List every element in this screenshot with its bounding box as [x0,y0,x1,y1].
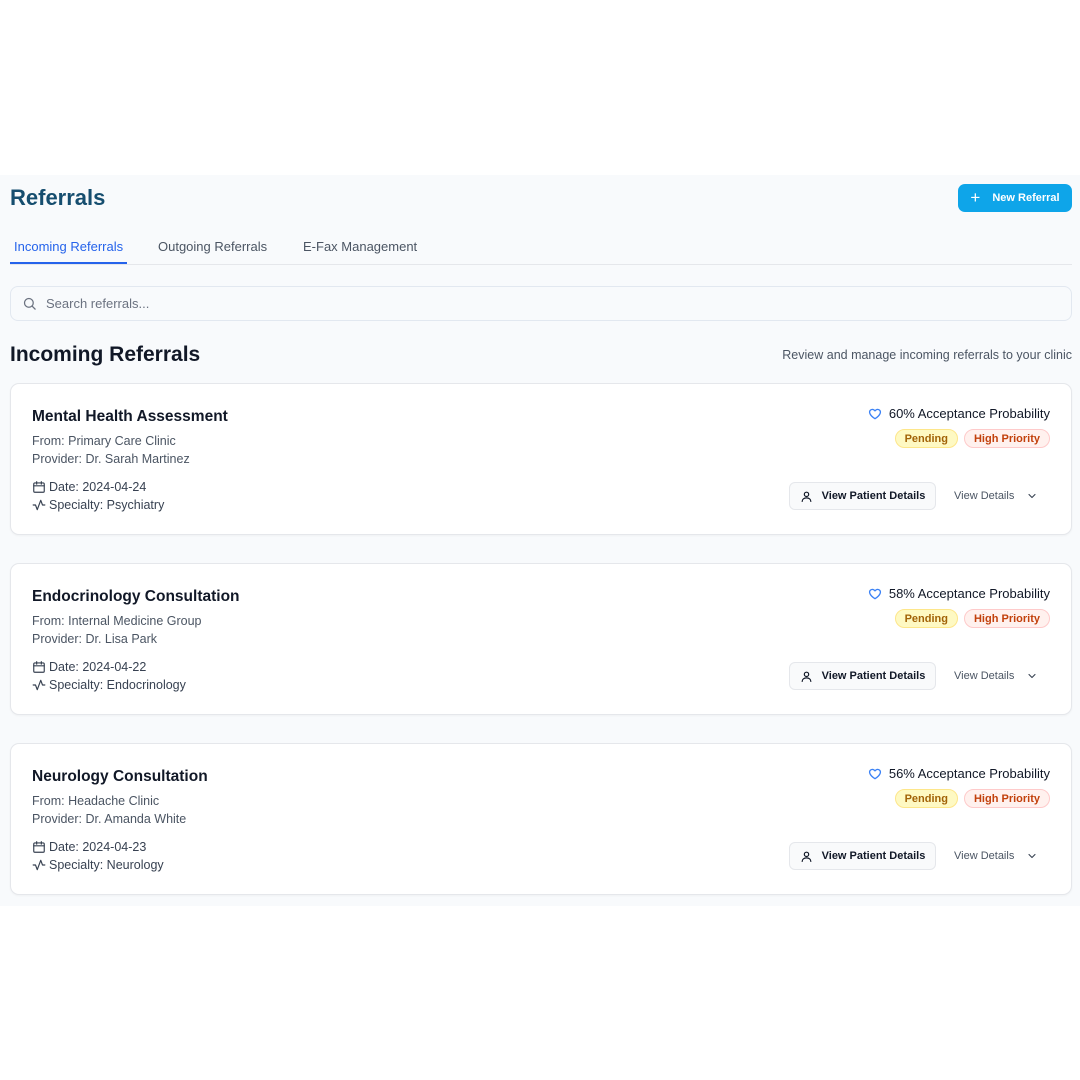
section-subtitle: Review and manage incoming referrals to … [782,348,1072,362]
plus-icon: + [970,188,981,207]
referral-specialty-row: Specialty: Neurology [32,858,164,872]
referral-specialty: Specialty: Psychiatry [49,498,165,512]
heart-icon [868,408,881,419]
tab-incoming-referrals[interactable]: Incoming Referrals [10,239,128,264]
calendar-icon [33,481,45,493]
referral-date: Date: 2024-04-23 [49,840,147,854]
chevron-down-icon [1028,673,1036,679]
referral-specialty: Specialty: Endocrinology [49,678,186,692]
view-patient-details-button[interactable]: View Patient Details [789,482,936,510]
view-details-button[interactable]: View Details [949,662,1049,690]
referral-date-row: Date: 2024-04-23 [32,840,146,854]
referral-title: Neurology Consultation [32,768,208,785]
chevron-down-icon [1028,493,1036,499]
search-input[interactable] [46,287,1046,320]
page-header: Referrals + New Referral [10,183,1072,213]
referral-date-row: Date: 2024-04-22 [32,660,146,674]
referral-provider: Provider: Dr. Lisa Park [32,632,158,646]
chevron-down-icon [1028,853,1036,859]
view-details-label: View Details [954,850,1015,862]
status-badges: Pending High Priority [894,609,1050,628]
search-bar [10,286,1072,321]
priority-badge: High Priority [963,429,1050,448]
view-patient-details-label: View Patient Details [821,490,926,502]
referral-provider: Provider: Dr. Amanda White [32,812,187,826]
heart-icon [868,588,881,599]
calendar-icon [33,841,45,853]
view-patient-details-label: View Patient Details [821,670,926,682]
user-icon [801,851,812,862]
status-badges: Pending High Priority [894,789,1050,808]
status-badge: Pending [894,609,958,628]
probability-text: 58% Acceptance Probability [888,586,1050,601]
view-patient-details-label: View Patient Details [821,850,926,862]
acceptance-probability: 60% Acceptance Probability [868,406,1050,421]
new-referral-button[interactable]: + New Referral [958,184,1072,212]
view-patient-details-button[interactable]: View Patient Details [789,842,936,870]
referral-from: From: Internal Medicine Group [32,614,202,628]
probability-text: 60% Acceptance Probability [888,406,1050,421]
heart-icon [868,768,881,779]
tab-efax-management[interactable]: E-Fax Management [299,239,421,263]
referral-card: Endocrinology Consultation From: Interna… [10,563,1072,715]
activity-icon [32,499,46,511]
user-icon [801,491,812,502]
acceptance-probability: 56% Acceptance Probability [868,766,1050,781]
referral-title: Mental Health Assessment [32,408,228,425]
user-icon [801,671,812,682]
view-details-label: View Details [954,670,1015,682]
referral-date-row: Date: 2024-04-24 [32,480,146,494]
probability-text: 56% Acceptance Probability [888,766,1050,781]
view-patient-details-button[interactable]: View Patient Details [789,662,936,690]
calendar-icon [33,661,45,673]
view-details-label: View Details [954,490,1015,502]
priority-badge: High Priority [963,789,1050,808]
new-referral-label: New Referral [992,192,1060,204]
referral-card: Neurology Consultation From: Headache Cl… [10,743,1072,895]
view-details-button[interactable]: View Details [949,842,1049,870]
page-title: Referrals [10,185,106,210]
status-badge: Pending [894,429,958,448]
referral-specialty: Specialty: Neurology [49,858,164,872]
priority-badge: High Priority [963,609,1050,628]
referrals-app: Referrals + New Referral Incoming Referr… [0,175,1080,906]
referral-title: Endocrinology Consultation [32,588,240,605]
search-icon [23,297,36,310]
status-badge: Pending [894,789,958,808]
status-badges: Pending High Priority [894,429,1050,448]
activity-icon [32,679,46,691]
referral-from: From: Headache Clinic [32,794,160,808]
referral-card: Mental Health Assessment From: Primary C… [10,383,1072,535]
referral-specialty-row: Specialty: Endocrinology [32,678,186,692]
referral-specialty-row: Specialty: Psychiatry [32,498,164,512]
acceptance-probability: 58% Acceptance Probability [868,586,1050,601]
section-title: Incoming Referrals [10,343,201,366]
referral-date: Date: 2024-04-24 [49,480,147,494]
tab-bar: Incoming Referrals Outgoing Referrals E-… [10,233,1072,265]
activity-icon [32,859,46,871]
referral-from: From: Primary Care Clinic [32,434,176,448]
referral-date: Date: 2024-04-22 [49,660,147,674]
tab-outgoing-referrals[interactable]: Outgoing Referrals [154,239,271,263]
referral-provider: Provider: Dr. Sarah Martinez [32,452,190,466]
view-details-button[interactable]: View Details [949,482,1049,510]
